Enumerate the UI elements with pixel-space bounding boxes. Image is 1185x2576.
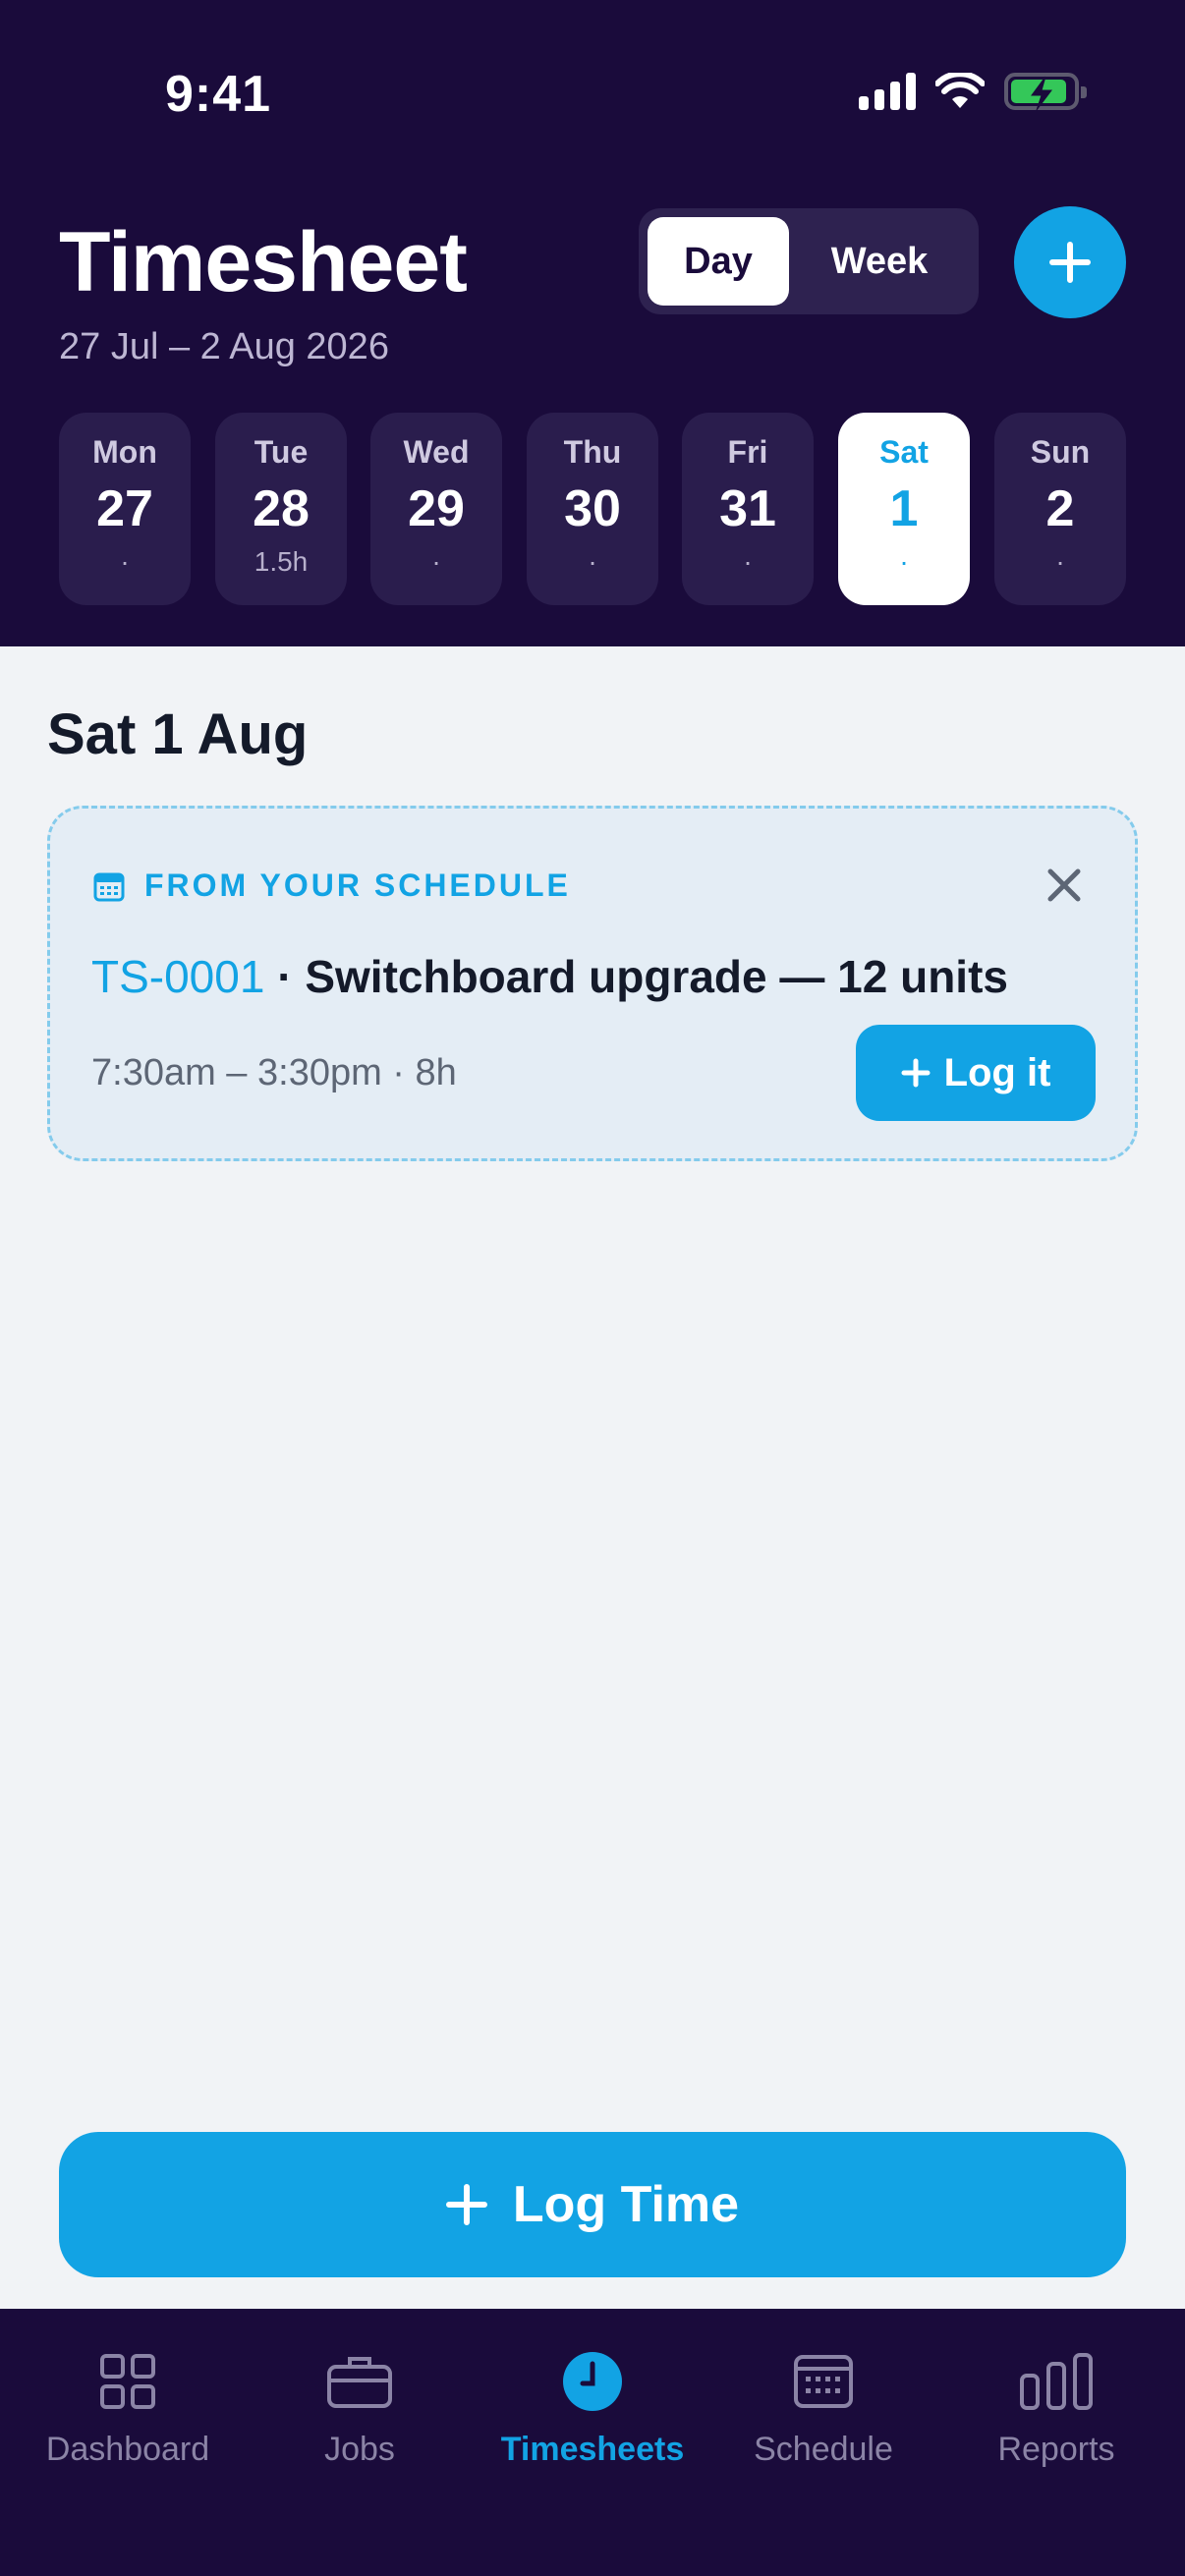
- tab-label: Reports: [997, 2431, 1115, 2468]
- plus-icon: [1049, 242, 1091, 283]
- tab-schedule[interactable]: Schedule: [705, 2344, 941, 2469]
- day-hours: ·: [1055, 546, 1065, 577]
- bar-chart-icon: [1020, 2353, 1093, 2410]
- add-entry-button[interactable]: [1014, 206, 1126, 318]
- header: 9:41 Timesheet 27 Jul – 2 Aug 2026 Day W…: [0, 0, 1185, 646]
- job-title: Switchboard upgrade — 12 units: [305, 951, 1008, 1002]
- tab-bar: Dashboard Jobs Timesheets Schedule Repor…: [0, 2309, 1185, 2576]
- tab-label: Timesheets: [500, 2431, 685, 2468]
- job-code-link[interactable]: TS-0001: [91, 951, 264, 1002]
- day-hours: 1.5h: [254, 546, 309, 577]
- briefcase-icon: [327, 2357, 392, 2408]
- day-thu[interactable]: Thu 30 ·: [527, 413, 658, 605]
- schedule-label-text: FROM YOUR SCHEDULE: [144, 868, 571, 903]
- day-number: 1: [889, 480, 919, 537]
- job-line: TS-0001 · Switchboard upgrade — 12 units: [91, 950, 1008, 1003]
- day-name: Sat: [879, 434, 929, 470]
- tab-label: Jobs: [324, 2431, 395, 2468]
- day-name: Fri: [727, 434, 768, 470]
- schedule-suggestion-card: FROM YOUR SCHEDULE TS-0001 · Switchboard…: [47, 806, 1138, 1161]
- day-mon[interactable]: Mon 27 ·: [59, 413, 191, 605]
- dismiss-button[interactable]: [1041, 862, 1088, 909]
- battery-icon: [1004, 73, 1087, 111]
- view-toggle: Day Week: [639, 208, 979, 314]
- tab-reports[interactable]: Reports: [938, 2344, 1174, 2469]
- day-hours: ·: [743, 546, 753, 577]
- tab-jobs[interactable]: Jobs: [242, 2344, 478, 2469]
- day-view-option[interactable]: Day: [648, 217, 789, 306]
- job-separator: ·: [264, 951, 306, 1002]
- day-name: Sun: [1030, 434, 1091, 470]
- day-tue[interactable]: Tue 28 1.5h: [215, 413, 347, 605]
- page-title: Timesheet: [59, 215, 468, 309]
- plus-icon: [901, 1058, 931, 1088]
- day-name: Tue: [254, 434, 309, 470]
- clock-icon: [563, 2352, 622, 2411]
- day-number: 29: [408, 480, 465, 537]
- day-wed[interactable]: Wed 29 ·: [370, 413, 502, 605]
- selected-date-heading: Sat 1 Aug: [47, 702, 309, 766]
- day-number: 2: [1045, 480, 1075, 537]
- log-it-label: Log it: [943, 1050, 1051, 1094]
- schedule-label: FROM YOUR SCHEDULE: [93, 868, 571, 904]
- calendar-icon: [93, 872, 125, 901]
- scheduled-time: 7:30am – 3:30pm · 8h: [91, 1052, 457, 1093]
- calendar-icon: [794, 2355, 853, 2408]
- week-day-strip: Mon 27 · Tue 28 1.5h Wed 29 · Thu 30 · F…: [59, 413, 1126, 605]
- tab-dashboard[interactable]: Dashboard: [10, 2344, 246, 2469]
- close-icon: [1047, 868, 1081, 902]
- day-number: 31: [719, 480, 776, 537]
- wifi-icon: [935, 73, 985, 108]
- date-range: 27 Jul – 2 Aug 2026: [59, 326, 389, 367]
- day-number: 30: [564, 480, 621, 537]
- plus-icon: [445, 2184, 487, 2225]
- tab-label: Dashboard: [45, 2431, 210, 2468]
- day-fri[interactable]: Fri 31 ·: [682, 413, 814, 605]
- status-time: 9:41: [165, 66, 272, 123]
- log-it-button[interactable]: Log it: [856, 1025, 1096, 1121]
- day-sun[interactable]: Sun 2 ·: [994, 413, 1126, 605]
- timesheet-screen: 9:41 Timesheet 27 Jul – 2 Aug 2026 Day W…: [0, 0, 1185, 2576]
- day-hours: ·: [431, 546, 441, 577]
- day-hours: ·: [588, 546, 597, 577]
- day-sat-selected[interactable]: Sat 1 ·: [838, 413, 970, 605]
- week-view-option[interactable]: Week: [789, 217, 970, 306]
- day-hours: ·: [120, 546, 130, 577]
- status-icons: [859, 73, 1087, 111]
- day-name: Wed: [403, 434, 470, 470]
- log-time-button[interactable]: Log Time: [59, 2132, 1126, 2277]
- day-number: 28: [253, 480, 310, 537]
- grid-icon: [100, 2354, 155, 2409]
- day-number: 27: [96, 480, 153, 537]
- day-name: Thu: [563, 434, 622, 470]
- day-hours: ·: [899, 546, 909, 577]
- cellular-signal-icon: [859, 73, 916, 110]
- log-time-label: Log Time: [512, 2176, 740, 2233]
- day-name: Mon: [92, 434, 157, 470]
- tab-label: Schedule: [754, 2431, 893, 2468]
- tab-timesheets[interactable]: Timesheets: [475, 2344, 710, 2469]
